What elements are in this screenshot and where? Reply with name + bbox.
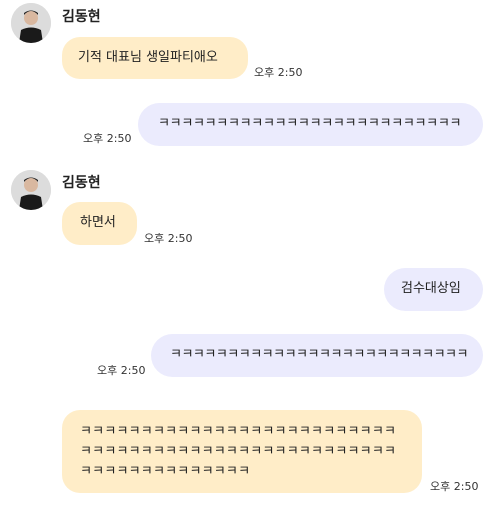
sender-name: 김동현 bbox=[62, 9, 101, 25]
sender-name: 김동현 bbox=[62, 175, 101, 191]
person-avatar-icon bbox=[11, 170, 51, 210]
message-bubble-outgoing[interactable]: 검수대상임 bbox=[384, 268, 483, 311]
message-bubble-incoming[interactable]: 기적 대표님 생일파티애오 bbox=[62, 37, 248, 79]
message-bubble-outgoing[interactable]: ㅋㅋㅋㅋㅋㅋㅋㅋㅋㅋㅋㅋㅋㅋㅋㅋㅋㅋㅋㅋㅋㅋㅋㅋㅋㅋ bbox=[138, 103, 483, 146]
message-time: 오후 2:50 bbox=[97, 364, 146, 377]
message-bubble-outgoing[interactable]: ㅋㅋㅋㅋㅋㅋㅋㅋㅋㅋㅋㅋㅋㅋㅋㅋㅋㅋㅋㅋㅋㅋㅋㅋㅋㅋ bbox=[151, 334, 483, 377]
avatar[interactable] bbox=[11, 170, 51, 210]
message-time: 오후 2:50 bbox=[144, 232, 193, 245]
message-time: 오후 2:50 bbox=[83, 132, 132, 145]
message-bubble-incoming[interactable]: ㅋㅋㅋㅋㅋㅋㅋㅋㅋㅋㅋㅋㅋㅋㅋㅋㅋㅋㅋㅋㅋㅋㅋㅋㅋㅋㅋㅋㅋㅋㅋㅋㅋㅋㅋㅋㅋㅋㅋㅋ… bbox=[62, 410, 422, 493]
message-time: 오후 2:50 bbox=[254, 66, 303, 79]
message-bubble-incoming[interactable]: 하면서 bbox=[62, 202, 137, 245]
message-time: 오후 2:50 bbox=[430, 480, 479, 493]
avatar[interactable] bbox=[11, 3, 51, 43]
person-avatar-icon bbox=[11, 3, 51, 43]
